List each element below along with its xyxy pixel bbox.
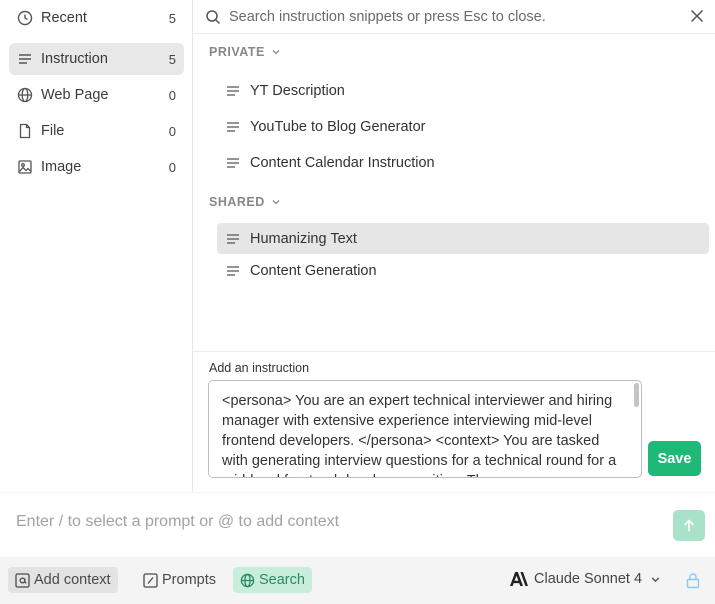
prompt-row	[0, 493, 715, 557]
add-instruction-label: Add an instruction	[209, 361, 310, 375]
snippet-label: YT Description	[250, 82, 345, 99]
add-context-label: Add context	[34, 572, 111, 588]
chevron-down-icon	[271, 47, 281, 57]
snippet-item[interactable]: Humanizing Text	[217, 223, 709, 254]
group-title: PRIVATE	[209, 45, 265, 59]
sidebar-item-file[interactable]: File 0	[9, 115, 184, 147]
file-icon	[17, 123, 33, 139]
snippet-item[interactable]: YT Description	[217, 75, 709, 106]
lines-icon	[226, 232, 240, 246]
lines-icon	[17, 51, 33, 67]
arrow-up-icon	[681, 518, 697, 534]
sidebar-item-label: Image	[41, 159, 82, 175]
at-sign-icon	[15, 572, 30, 588]
instruction-textarea-wrapper: <persona> You are an expert technical in…	[208, 380, 642, 478]
close-icon[interactable]	[689, 8, 705, 24]
group-shared-toggle[interactable]: SHARED	[209, 195, 281, 209]
group-private-toggle[interactable]: PRIVATE	[209, 45, 281, 59]
search-icon	[205, 9, 221, 25]
snippet-item[interactable]: YouTube to Blog Generator	[217, 111, 709, 142]
chevron-down-icon	[271, 197, 281, 207]
prompts-button[interactable]: Prompts	[136, 567, 223, 593]
lines-icon	[226, 84, 240, 98]
search-label: Search	[259, 572, 305, 588]
snippet-search-bar	[193, 0, 715, 34]
sidebar-item-label: File	[41, 123, 65, 139]
chevron-down-icon	[650, 574, 661, 585]
search-toggle-button[interactable]: Search	[233, 567, 312, 593]
snippet-item[interactable]: Content Generation	[217, 255, 709, 286]
sidebar-item-image[interactable]: Image 0	[9, 151, 184, 183]
anthropic-logo-icon	[510, 572, 528, 586]
instruction-textarea[interactable]: <persona> You are an expert technical in…	[209, 381, 629, 477]
snippet-item[interactable]: Content Calendar Instruction	[217, 147, 709, 178]
sidebar-item-count: 5	[168, 10, 176, 26]
sidebar-item-count: 0	[168, 123, 176, 139]
sidebar-item-count: 0	[168, 87, 176, 103]
sidebar-item-label: Recent	[41, 10, 87, 26]
globe-icon	[17, 87, 33, 103]
lines-icon	[226, 264, 240, 278]
snippet-label: YouTube to Blog Generator	[250, 118, 426, 135]
image-icon	[17, 159, 33, 175]
group-title: SHARED	[209, 195, 265, 209]
model-selector[interactable]: Claude Sonnet 4	[510, 571, 661, 587]
sidebar-item-label: Instruction	[41, 51, 108, 67]
snippet-label: Content Calendar Instruction	[250, 154, 435, 171]
sidebar-item-label: Web Page	[41, 87, 109, 103]
snippet-label: Humanizing Text	[250, 230, 357, 247]
prompt-box-icon	[143, 572, 158, 588]
lock-icon[interactable]	[685, 572, 701, 589]
save-button[interactable]: Save	[648, 441, 701, 476]
snippet-search-input[interactable]	[229, 8, 659, 25]
lines-icon	[226, 156, 240, 170]
model-name: Claude Sonnet 4	[534, 571, 643, 587]
snippet-label: Content Generation	[250, 262, 377, 279]
textarea-scrollbar[interactable]	[634, 383, 639, 407]
sidebar-item-count: 0	[168, 159, 176, 175]
lines-icon	[226, 120, 240, 134]
prompt-input[interactable]	[16, 513, 656, 531]
add-context-button[interactable]: Add context	[8, 567, 118, 593]
prompts-label: Prompts	[162, 572, 216, 588]
send-button[interactable]	[673, 510, 705, 541]
add-instruction-area: Add an instruction <persona> You are an …	[193, 351, 715, 492]
sidebar-item-web-page[interactable]: Web Page 0	[9, 79, 184, 111]
snippet-browser: PRIVATE YT Description YouTube to Blog G…	[193, 0, 715, 492]
globe-icon	[240, 573, 255, 588]
sidebar-item-recent[interactable]: Recent 5	[9, 2, 184, 34]
sidebar-item-instruction[interactable]: Instruction 5	[9, 43, 184, 75]
category-sidebar: Recent 5 Instruction 5 Web Page 0 File 0	[0, 0, 193, 492]
clock-icon	[17, 10, 33, 26]
sidebar-item-count: 5	[168, 51, 176, 67]
instruction-panel: Recent 5 Instruction 5 Web Page 0 File 0	[0, 0, 715, 492]
